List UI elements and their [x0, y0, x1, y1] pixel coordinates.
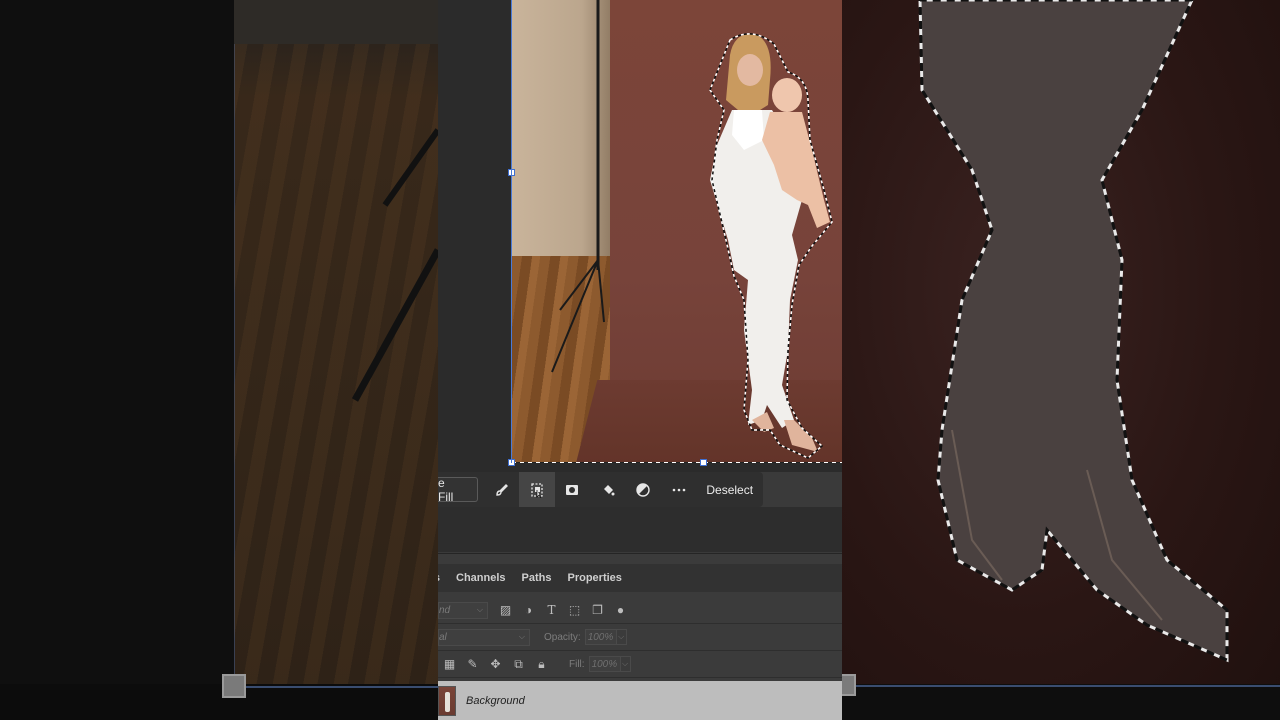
- photo-subject: [551, 0, 833, 459]
- fill-input[interactable]: 100%: [588, 656, 621, 672]
- filter-toggle-icon[interactable]: ●: [609, 599, 632, 621]
- baby-head: [772, 78, 802, 112]
- photoshop-view: e Fill Deselect Channels Paths Propertie…: [438, 0, 842, 720]
- lock-brush-icon[interactable]: ✎: [461, 653, 484, 675]
- fill-label: Fill:: [569, 658, 585, 670]
- screen: e Fill Deselect Channels Paths Propertie…: [0, 0, 1280, 720]
- transform-handle-bottom[interactable]: [700, 459, 707, 466]
- workspace-gap: [438, 507, 842, 552]
- layer-thumbnail: [438, 686, 456, 716]
- opacity-dropdown-icon[interactable]: ⌵: [616, 629, 627, 645]
- left-blurred-background: [0, 0, 438, 720]
- fill-dropdown-icon[interactable]: ⌵: [620, 656, 631, 672]
- paint-bucket-icon[interactable]: [590, 472, 625, 507]
- layer-name: Background: [466, 695, 525, 707]
- blend-mode-select[interactable]: al ⌵: [438, 628, 530, 646]
- panel-tabs: s Channels Paths Properties: [438, 564, 842, 592]
- blurred-bottom-bar: [0, 684, 438, 720]
- mask-icon[interactable]: [555, 472, 590, 507]
- generative-fill-button[interactable]: e Fill: [438, 475, 478, 504]
- tab-paths[interactable]: Paths: [514, 564, 560, 592]
- lock-artboard-icon[interactable]: ⧉: [507, 653, 530, 675]
- document-canvas[interactable]: [512, 0, 842, 463]
- brush-icon[interactable]: [484, 472, 519, 507]
- blurred-tripod: [351, 128, 438, 402]
- adjustment-filter-icon[interactable]: ◑: [517, 599, 540, 621]
- tab-channels[interactable]: Channels: [448, 564, 514, 592]
- opacity-label: Opacity:: [544, 631, 581, 643]
- adjustment-icon[interactable]: [626, 472, 661, 507]
- blurred-selection-line: [234, 686, 438, 688]
- filter-kind-select[interactable]: nd ⌵: [438, 601, 488, 619]
- lock-position-icon[interactable]: ✥: [484, 653, 507, 675]
- tab-layers[interactable]: s: [438, 564, 448, 592]
- transform-left-edge: [511, 0, 512, 463]
- deselect-button[interactable]: Deselect: [696, 472, 763, 507]
- opacity-input[interactable]: 100%: [584, 629, 617, 645]
- contextual-task-bar: e Fill Deselect: [438, 472, 763, 507]
- lock-all-icon[interactable]: 🔒︎: [530, 653, 553, 675]
- blend-row: al ⌵ Opacity: 100% ⌵: [438, 624, 842, 651]
- right-blurred-background: [842, 0, 1280, 720]
- shape-filter-icon[interactable]: ⬚: [563, 599, 586, 621]
- type-filter-icon[interactable]: T: [540, 599, 563, 621]
- blurred-bottom-bar-right: [842, 684, 1280, 720]
- blurred-figure-legs: [918, 0, 1229, 663]
- layers-panel: s Channels Paths Properties nd ⌵ ▨ ◑ T ⬚…: [438, 553, 842, 720]
- blurred-transform-handle-right: [842, 674, 856, 696]
- more-icon[interactable]: [661, 472, 696, 507]
- lock-row: ▦ ✎ ✥ ⧉ 🔒︎ Fill: 100% ⌵: [438, 651, 842, 678]
- deselect-label: Deselect: [706, 482, 754, 497]
- generative-fill-label: e Fill: [438, 475, 454, 504]
- blurred-transform-handle: [222, 674, 246, 698]
- select-subject-icon[interactable]: [519, 472, 555, 507]
- blend-mode-value: al: [439, 631, 447, 643]
- layer-row[interactable]: Background: [438, 681, 842, 720]
- blurred-selection-line-right: [842, 685, 1280, 687]
- selection-bottom-edge: [512, 462, 842, 463]
- woman-face: [737, 54, 763, 86]
- smart-object-filter-icon[interactable]: ❐: [586, 599, 609, 621]
- tab-properties[interactable]: Properties: [559, 564, 629, 592]
- layer-filter-row: nd ⌵ ▨ ◑ T ⬚ ❐ ●: [438, 597, 842, 624]
- filter-kind-value: nd: [439, 604, 451, 616]
- image-filter-icon[interactable]: ▨: [494, 599, 517, 621]
- lock-pixels-icon[interactable]: ▦: [438, 653, 461, 675]
